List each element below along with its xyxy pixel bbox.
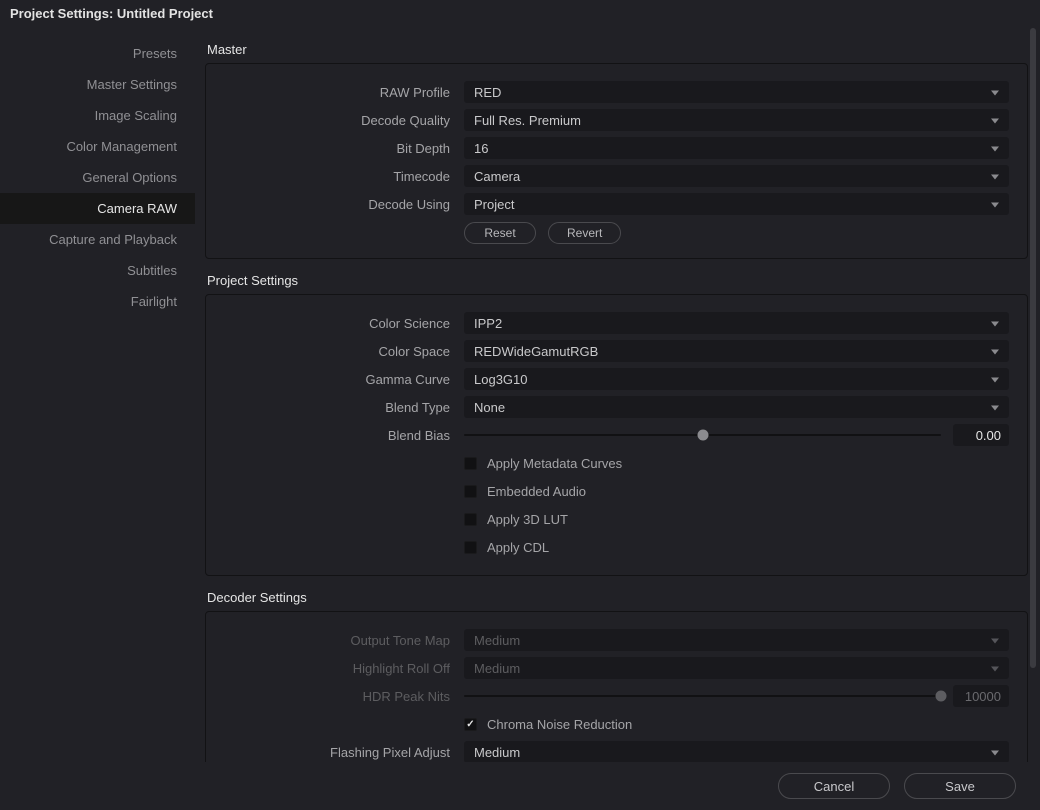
section-title-decoder: Decoder Settings (207, 590, 1028, 605)
sidebar-item-color-management[interactable]: Color Management (0, 131, 195, 162)
label-decode-using: Decode Using (224, 197, 464, 212)
sidebar-item-capture-playback[interactable]: Capture and Playback (0, 224, 195, 255)
sidebar-item-presets[interactable]: Presets (0, 38, 195, 69)
section-title-project: Project Settings (207, 273, 1028, 288)
dropdown-gamma-curve[interactable]: Log3G10 (464, 368, 1009, 390)
label-decode-quality: Decode Quality (224, 113, 464, 128)
label-gamma-curve: Gamma Curve (224, 372, 464, 387)
label-color-science: Color Science (224, 316, 464, 331)
sidebar-item-subtitles[interactable]: Subtitles (0, 255, 195, 286)
scrollbar-thumb[interactable] (1030, 28, 1036, 668)
sidebar-item-general-options[interactable]: General Options (0, 162, 195, 193)
dropdown-flashing-pixel[interactable]: Medium (464, 741, 1009, 762)
main-panel: Master RAW Profile RED Decode Quality Fu… (195, 26, 1040, 762)
checkbox-chroma-nr[interactable] (464, 718, 477, 731)
label-highlight-roll-off: Highlight Roll Off (224, 661, 464, 676)
label-flashing-pixel: Flashing Pixel Adjust (224, 745, 464, 760)
label-blend-type: Blend Type (224, 400, 464, 415)
slider-thumb-hdr-peak-nits (936, 691, 947, 702)
dropdown-raw-profile[interactable]: RED (464, 81, 1009, 103)
label-metadata-curves: Apply Metadata Curves (487, 456, 622, 471)
label-apply-3d-lut: Apply 3D LUT (487, 512, 568, 527)
revert-button[interactable]: Revert (548, 222, 621, 244)
label-bit-depth: Bit Depth (224, 141, 464, 156)
sidebar-item-image-scaling[interactable]: Image Scaling (0, 100, 195, 131)
dropdown-color-space[interactable]: REDWideGamutRGB (464, 340, 1009, 362)
checkbox-metadata-curves[interactable] (464, 457, 477, 470)
dropdown-color-science[interactable]: IPP2 (464, 312, 1009, 334)
checkbox-embedded-audio[interactable] (464, 485, 477, 498)
value-blend-bias[interactable]: 0.00 (953, 424, 1009, 446)
label-embedded-audio: Embedded Audio (487, 484, 586, 499)
label-output-tone-map: Output Tone Map (224, 633, 464, 648)
label-blend-bias: Blend Bias (224, 428, 464, 443)
section-master: RAW Profile RED Decode Quality Full Res.… (205, 63, 1028, 259)
section-title-master: Master (207, 42, 1028, 57)
slider-blend-bias[interactable] (464, 434, 941, 436)
cancel-button[interactable]: Cancel (778, 773, 890, 799)
label-chroma-nr: Chroma Noise Reduction (487, 717, 632, 732)
reset-button[interactable]: Reset (464, 222, 536, 244)
slider-hdr-peak-nits (464, 695, 941, 697)
section-project: Color Science IPP2 Color Space REDWideGa… (205, 294, 1028, 576)
dropdown-timecode[interactable]: Camera (464, 165, 1009, 187)
label-hdr-peak-nits: HDR Peak Nits (224, 689, 464, 704)
scrollbar[interactable] (1030, 28, 1036, 754)
value-hdr-peak-nits: 10000 (953, 685, 1009, 707)
checkbox-apply-cdl[interactable] (464, 541, 477, 554)
dropdown-bit-depth[interactable]: 16 (464, 137, 1009, 159)
label-apply-cdl: Apply CDL (487, 540, 549, 555)
window-title: Project Settings: Untitled Project (0, 0, 1040, 26)
checkbox-apply-3d-lut[interactable] (464, 513, 477, 526)
sidebar-item-fairlight[interactable]: Fairlight (0, 286, 195, 317)
dropdown-highlight-roll-off: Medium (464, 657, 1009, 679)
footer: Cancel Save (0, 762, 1040, 810)
section-decoder: Output Tone Map Medium Highlight Roll Of… (205, 611, 1028, 762)
label-timecode: Timecode (224, 169, 464, 184)
save-button[interactable]: Save (904, 773, 1016, 799)
label-color-space: Color Space (224, 344, 464, 359)
label-raw-profile: RAW Profile (224, 85, 464, 100)
dropdown-decode-using[interactable]: Project (464, 193, 1009, 215)
slider-thumb-blend-bias[interactable] (697, 430, 708, 441)
sidebar-item-camera-raw[interactable]: Camera RAW (0, 193, 195, 224)
dropdown-blend-type[interactable]: None (464, 396, 1009, 418)
sidebar-item-master-settings[interactable]: Master Settings (0, 69, 195, 100)
sidebar: Presets Master Settings Image Scaling Co… (0, 26, 195, 762)
dropdown-decode-quality[interactable]: Full Res. Premium (464, 109, 1009, 131)
dropdown-output-tone-map: Medium (464, 629, 1009, 651)
